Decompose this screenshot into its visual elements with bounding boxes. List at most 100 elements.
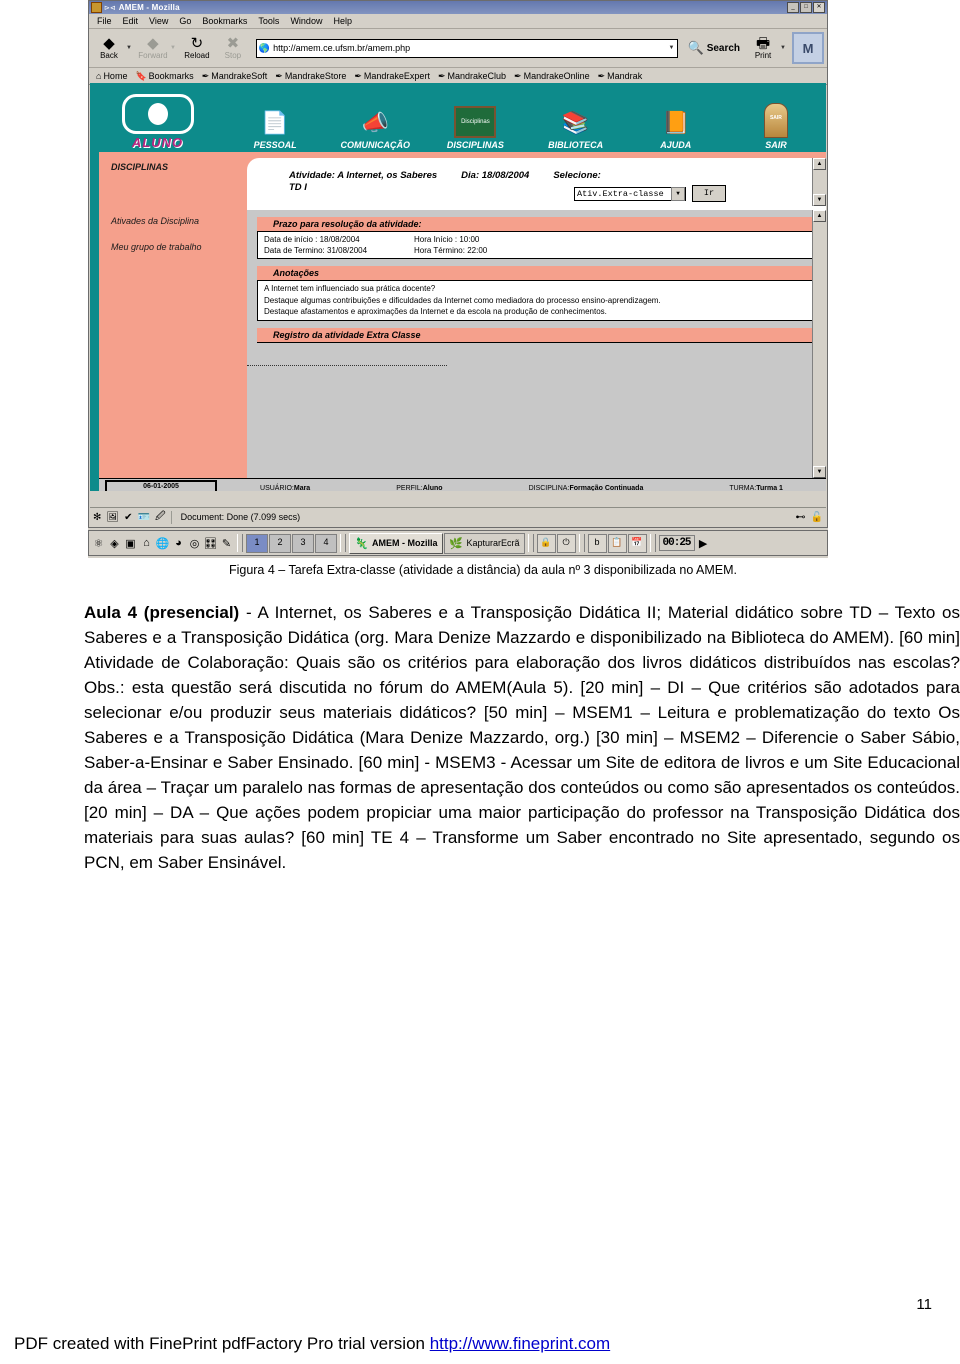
bookmark-mandrakesoft-label: MandrakeSoft [211,71,268,81]
site-status-bar: 06-01-2005 USUÁRIO:Mara PERFIL:Aluno DIS… [99,478,826,491]
status-usuario-label: USUÁRIO: [260,485,294,491]
reload-button[interactable]: ↻ Reload [180,36,214,61]
window-pin-icon[interactable]: ⊳⊲ [104,4,116,12]
desktop-2-button[interactable]: 2 [269,533,291,553]
url-bar[interactable]: 🌎 http://amem.ce.ufsm.br/amem.php ▼ [255,38,678,58]
close-button[interactable]: ✕ [813,2,825,13]
cookie-icon[interactable]: ✻ [93,512,101,523]
search-button[interactable]: 🔍 Search [684,40,745,56]
kde-menu-icon[interactable]: ⚛ [91,537,106,550]
taskbar-window-kapturar[interactable]: 🌿 KapturarEcrã [443,532,525,554]
forward-button[interactable]: ◆ Forward [136,36,170,61]
site-nav-ajuda-label: AJUDA [660,140,692,150]
minimize-button[interactable]: _ [787,2,799,13]
menu-window[interactable]: Window [290,16,322,26]
menu-tools[interactable]: Tools [258,16,279,26]
menu-edit[interactable]: Edit [123,16,139,26]
back-dropdown-icon[interactable]: ▼ [126,45,132,51]
site-nav-biblioteca[interactable]: 📚 BIBLIOTECA [526,108,626,151]
menu-view[interactable]: View [149,16,168,26]
taskbar-expand-icon[interactable]: ▶ [696,537,711,550]
sidebar-item-atividades[interactable]: Ativades da Disciplina [111,216,247,226]
home-folder-icon[interactable]: ⌂ [139,537,154,549]
pdf-footer-note: PDF created with FinePrint pdfFactory Pr… [14,1334,610,1354]
pen-icon: ✒ [514,70,522,81]
editor-icon[interactable]: ✎ [219,537,234,550]
activity-scroll-up-button[interactable]: ▲ [813,210,826,222]
tray-calendar-icon[interactable]: 📅 [627,533,647,553]
taskbar-grip[interactable] [527,534,534,552]
menu-file[interactable]: File [97,16,112,26]
fineprint-link[interactable]: http://www.fineprint.com [430,1334,610,1353]
help-icon[interactable]: ◕ [171,537,186,549]
security-lock-icon[interactable]: 🔓 [811,512,823,523]
tray-babel-icon[interactable]: b [587,533,607,553]
back-button[interactable]: ◆ Back [92,36,126,61]
anotacoes-line: Destaque algumas contribuições e dificul… [264,295,661,305]
site-nav-sair[interactable]: SAIR SAIR [726,103,826,150]
javascript-icon[interactable]: 🖉 [155,509,166,526]
bookmark-mandrak[interactable]: ✒ Mandrak [595,71,646,82]
bookmark-bookmarks[interactable]: 🔖 Bookmarks [132,71,196,82]
terminal-icon[interactable]: ▣ [123,537,138,550]
desktop-taskbar: ⚛ ◈ ▣ ⌂ 🌐 ◕ ◎ 🎛 ✎ 1 2 3 4 🦎 AMEM - Mozil… [88,530,828,556]
pen-icon: ✒ [201,70,210,81]
mozilla-brand-icon[interactable]: M [792,32,824,64]
bookmark-mandrakesoft[interactable]: ✒ MandrakeSoft [199,71,271,82]
url-dropdown-icon[interactable]: ▼ [669,45,675,51]
books-icon: 📚 [561,110,590,135]
menu-bookmarks[interactable]: Bookmarks [202,16,247,26]
bookmark-home[interactable]: ⌂ Home [93,71,130,81]
scroll-down-button[interactable]: ▼ [813,194,826,206]
taskbar-grip[interactable] [340,534,346,552]
site-nav-pessoal[interactable]: 📄 PESSOAL [225,108,325,151]
sidebar-item-meu-grupo[interactable]: Meu grupo de trabalho [111,242,247,252]
scroll-up-button[interactable]: ▲ [813,158,826,170]
anotacoes-line: Destaque afastamentos e aproximações da … [264,307,607,316]
print-dropdown-icon[interactable]: ▼ [780,45,786,51]
menu-help[interactable]: Help [333,16,352,26]
taskbar-window-amem[interactable]: 🦎 AMEM - Mozilla [349,532,443,554]
popup-icon[interactable]: ✔ [124,512,132,523]
home-icon: ⌂ [96,71,102,81]
card-scrollbar-top[interactable]: ▲ ▼ [812,158,826,206]
bookmark-mandrakeexpert[interactable]: ✒ MandrakeExpert [351,71,433,82]
tray-clipboard-icon[interactable]: 📋 [607,533,627,553]
menu-go[interactable]: Go [179,16,191,26]
forward-dropdown-icon[interactable]: ▼ [170,45,176,51]
activity-scroll-down-button[interactable]: ▼ [813,466,826,478]
taskbar-grip[interactable] [237,534,243,552]
bookmark-mandrakestore[interactable]: ✒ MandrakeStore [272,71,349,82]
profile-icon[interactable]: 🪪 [137,512,149,523]
tray-power-icon[interactable]: ⏻ [556,533,576,553]
media-icon[interactable]: 🎛 [203,537,218,550]
help-book-icon: 📙 [662,110,690,135]
pen-icon: ✒ [275,70,283,81]
go-button[interactable]: Ir [692,185,726,202]
web-page-content: ALUNO 📄 PESSOAL 📣 COMUNICAÇÃO Disciplina… [90,83,826,491]
browser-globe-icon[interactable]: 🌐 [155,537,170,550]
bookmark-mandrakeonline[interactable]: ✒ MandrakeOnline [511,71,593,82]
site-nav-disciplinas[interactable]: Disciplinas DISCIPLINAS [425,106,525,150]
print-button[interactable]: 🖶 Print [746,36,780,61]
tray-lock-icon[interactable]: 🔒 [536,533,556,553]
bookmark-mandrakeclub[interactable]: ✒ MandrakeClub [435,71,509,82]
taskbar-grip[interactable] [649,534,656,552]
taskbar-grip[interactable] [578,534,585,552]
site-nav-ajuda[interactable]: 📙 AJUDA [626,108,726,151]
prazo-inicio-hora: Hora Início : 10:00 [414,235,480,244]
images-icon[interactable]: 🖼 [106,512,119,523]
konqueror-icon[interactable]: ◈ [107,537,122,550]
site-nav-comunicacao[interactable]: 📣 COMUNICAÇÃO [325,108,425,151]
chevron-down-icon[interactable]: ▼ [671,186,685,201]
maximize-button[interactable]: □ [800,2,812,13]
figure-caption: Figura 4 – Tarefa Extra-classe (atividad… [228,563,738,577]
desktop-1-button[interactable]: 1 [246,533,268,553]
taskbar-clock[interactable]: 00:25 [658,535,695,551]
desktop-4-button[interactable]: 4 [315,533,337,553]
activity-scrollbar[interactable]: ▲ ▼ [812,210,826,478]
desktop-3-button[interactable]: 3 [292,533,314,553]
mail-icon[interactable]: ◎ [187,537,202,550]
activity-select[interactable]: Ativ.Extra-classe ▼ [574,186,686,201]
stop-button[interactable]: ✖ Stop [216,36,250,61]
